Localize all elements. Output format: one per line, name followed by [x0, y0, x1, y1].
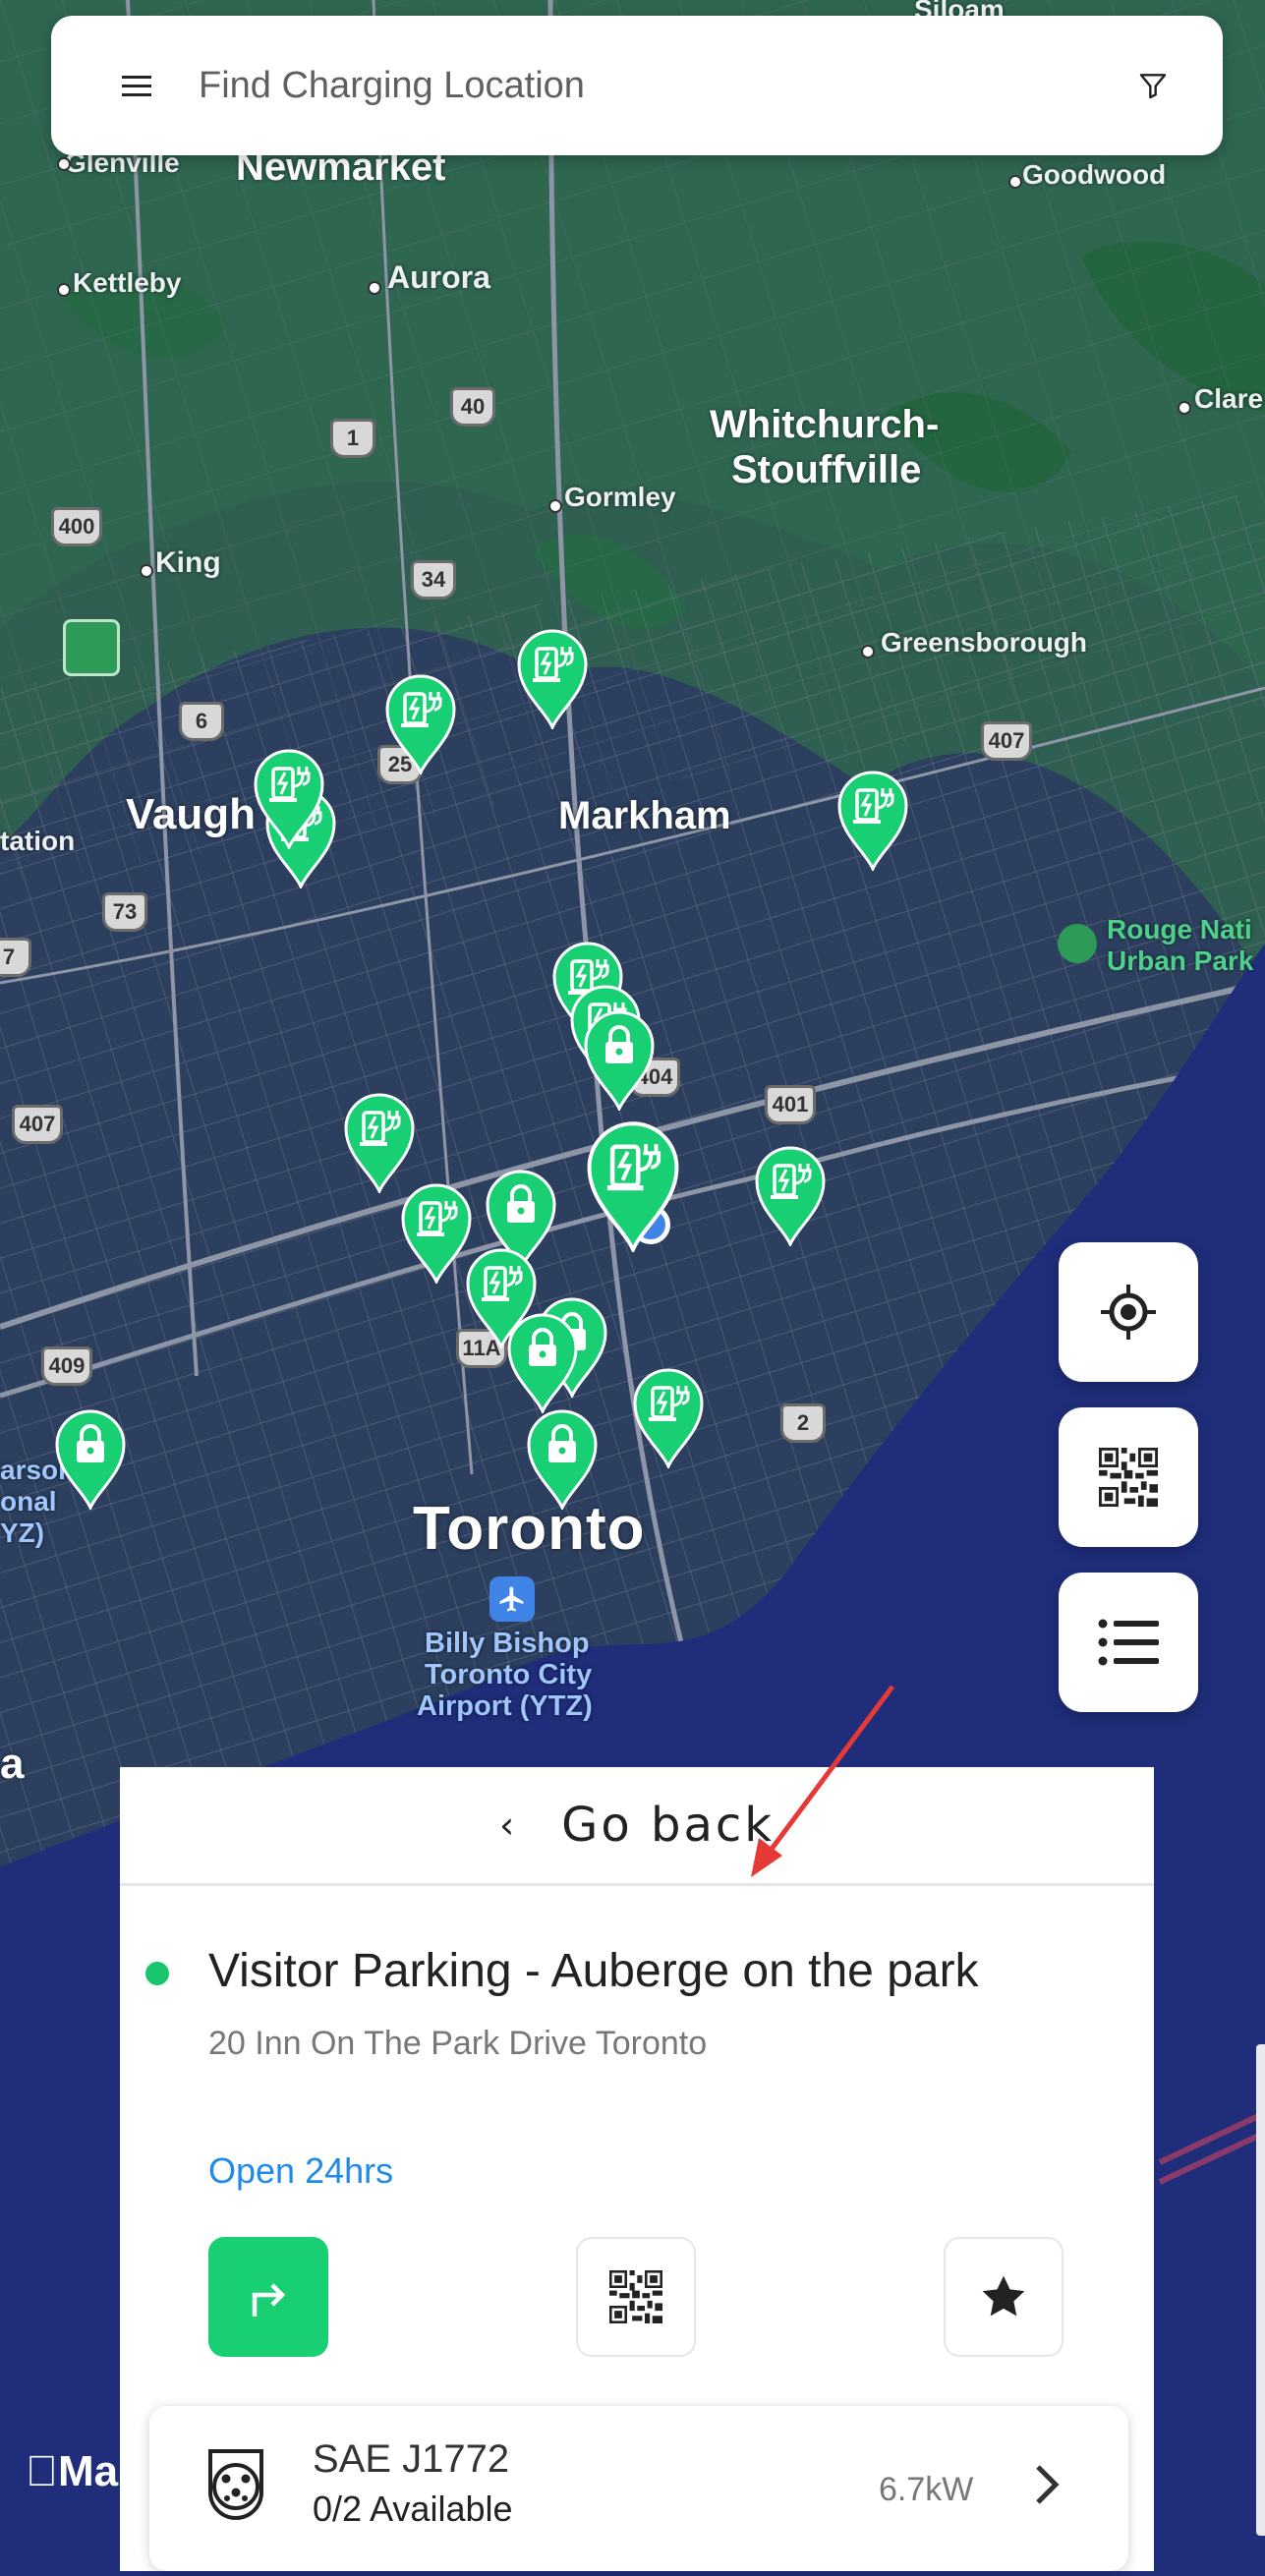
filter-button[interactable] [1119, 51, 1187, 120]
list-icon [1098, 1619, 1159, 1666]
airport-icon [489, 1576, 535, 1622]
highway-shield: 407 [981, 721, 1032, 761]
locked-charger-pin[interactable] [525, 1407, 600, 1510]
map-place-dot [1008, 175, 1022, 189]
highway-shield: 400 [51, 507, 102, 546]
location-name: Visitor Parking - Auberge on the park [208, 1945, 979, 1997]
map-place-dot [1178, 401, 1191, 415]
highway-shield: 407 [12, 1105, 63, 1144]
status-indicator-dot [145, 1962, 169, 1985]
j1772-plug-icon [208, 2449, 263, 2520]
map-place-dot [368, 281, 381, 295]
map-place-label: Vaugh [126, 790, 257, 838]
highway-shield: 2 [780, 1403, 826, 1443]
map-place-label: tation [0, 826, 76, 856]
apple-maps-logo: Ma [26, 2447, 118, 2495]
connector-row[interactable]: SAE J1772 0/2 Available 6.7kW [149, 2406, 1128, 2571]
crosshair-icon [1101, 1285, 1156, 1340]
search-input[interactable] [197, 63, 1119, 108]
map-place-label: Aurora [387, 259, 490, 295]
map-place-dot [861, 645, 875, 658]
opening-hours: Open 24hrs [208, 2150, 394, 2191]
highway-shield: 6 [179, 702, 224, 741]
scan-qr-button[interactable] [1059, 1407, 1198, 1547]
connector-power: 6.7kW [879, 2471, 974, 2508]
connector-availability: 0/2 Available [313, 2489, 513, 2529]
highway-shield: 73 [102, 892, 147, 932]
charger-pin[interactable] [383, 672, 458, 774]
map-place-label: Greensborough [881, 627, 1088, 658]
location-address: 20 Inn On The Park Drive Toronto [208, 2025, 708, 2062]
list-view-button[interactable] [1059, 1573, 1198, 1712]
charger-pin[interactable] [342, 1091, 417, 1193]
map-place-label: Goodwood [1022, 159, 1167, 190]
highway-shield: 7 [0, 938, 31, 977]
map-place-label: Urban Park [1107, 945, 1254, 976]
locate-me-button[interactable] [1059, 1242, 1198, 1382]
scroll-indicator [1256, 2044, 1265, 2536]
map-place-dot [57, 283, 71, 297]
turn-right-arrow-icon [252, 2283, 286, 2317]
map-place-label: Stouffville [731, 448, 922, 491]
map-place-dot [57, 157, 71, 171]
highway-shield: 401 [765, 1085, 816, 1124]
go-back-button[interactable]: ‹ Go back [120, 1767, 1154, 1886]
map-place-label: Toronto City [425, 1659, 593, 1690]
locked-charger-pin[interactable] [582, 1008, 657, 1111]
chevron-left-icon: ‹ [498, 1803, 515, 1847]
map-place-label: Billy Bishop [425, 1628, 590, 1659]
location-detail-sheet: ‹ Go back Visitor Parking - Auberge on t… [120, 1767, 1154, 2571]
park-icon [1058, 924, 1097, 963]
highway-shield: 40 [450, 387, 495, 427]
charger-pin[interactable] [252, 747, 326, 849]
charger-pin[interactable] [515, 627, 590, 729]
map-place-label: Whitchurch- [710, 403, 940, 446]
star-icon [982, 2275, 1025, 2317]
charger-pin[interactable] [753, 1144, 828, 1246]
filter-icon [1139, 74, 1167, 99]
hamburger-menu-button[interactable] [102, 51, 171, 120]
map-place-dot [140, 564, 153, 578]
qr-code-icon [609, 2270, 662, 2323]
map-place-label: Gormley [564, 482, 676, 512]
map-place-label: a [0, 1740, 25, 1788]
charger-pin[interactable] [835, 769, 910, 871]
charger-pin[interactable] [631, 1366, 706, 1468]
locked-charger-pin[interactable] [53, 1407, 128, 1510]
directions-button[interactable] [208, 2237, 328, 2357]
location-qr-button[interactable] [576, 2237, 696, 2357]
map-place-label: Rouge Nati [1107, 914, 1252, 945]
chevron-right-icon [1036, 2465, 1060, 2504]
map-place-label: Clare [1194, 383, 1264, 414]
map-place-label: King [155, 546, 221, 579]
hamburger-icon [122, 76, 151, 96]
highway-shield: 409 [41, 1346, 92, 1386]
favorite-button[interactable] [944, 2237, 1064, 2357]
selected-charger-pin[interactable] [584, 1118, 682, 1252]
connector-type: SAE J1772 [313, 2437, 510, 2481]
charger-pin[interactable] [399, 1181, 474, 1284]
go-back-label: Go back [561, 1798, 776, 1853]
maple-leaf-icon [63, 619, 120, 676]
qr-code-icon [1099, 1448, 1158, 1507]
map-place-label: Markham [558, 794, 731, 837]
search-bar [51, 16, 1223, 155]
map-place-label: YZ) [0, 1517, 45, 1548]
highway-shield: 1 [330, 419, 375, 458]
map-place-label: Airport (YTZ) [417, 1690, 593, 1722]
map-place-label: Kettleby [73, 267, 182, 298]
locked-charger-pin[interactable] [505, 1311, 580, 1413]
map-place-dot [548, 499, 562, 513]
highway-shield: 34 [411, 560, 456, 600]
map-place-label: onal [0, 1486, 57, 1517]
